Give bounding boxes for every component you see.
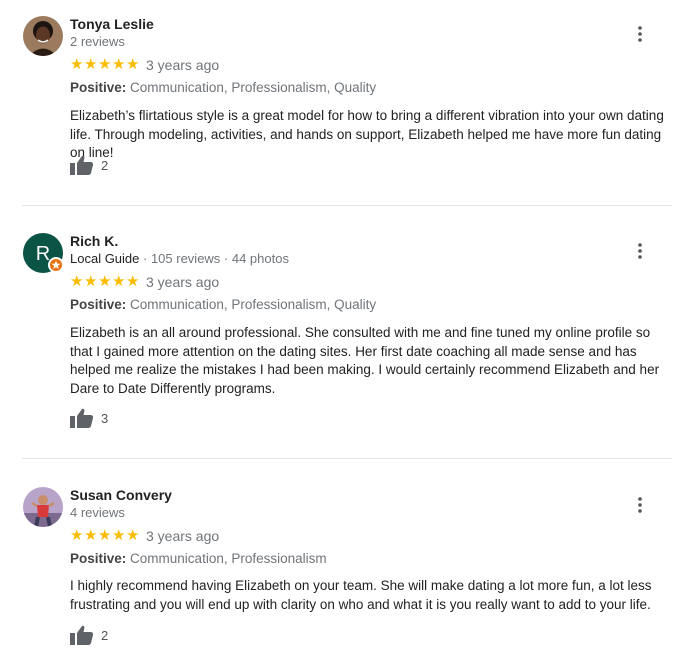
thumb-up-icon [70, 625, 94, 645]
star-icon: ★ [98, 56, 112, 73]
star-icon: ★ [98, 273, 112, 290]
star-icon: ★ [126, 273, 140, 290]
star-rating: ★ ★ ★ ★ ★ [70, 57, 139, 73]
star-icon: ★ [112, 56, 126, 73]
review-text: Elizabeth’s flirtatious style is a great… [70, 108, 664, 160]
positive-attributes: Positive: Communication, Professionalism… [70, 297, 376, 312]
divider [22, 205, 672, 206]
review-count: · 105 reviews · 44 photos [139, 251, 289, 266]
more-options-button[interactable] [628, 493, 652, 517]
positive-attributes: Positive: Communication, Professionalism [70, 551, 327, 566]
more-vert-icon [638, 26, 642, 42]
star-icon: ★ [126, 56, 140, 73]
review-date: 3 years ago [146, 274, 220, 290]
star-icon: ★ [126, 527, 140, 544]
star-rating: ★ ★ ★ ★ ★ [70, 528, 139, 544]
review-card: Susan Convery 4 reviews ★ ★ ★ ★ ★ 3 year… [0, 487, 686, 667]
review-count: 4 reviews [70, 505, 125, 520]
positive-label: Positive: [70, 80, 127, 95]
star-rating: ★ ★ ★ ★ ★ [70, 274, 139, 290]
positive-label: Positive: [70, 297, 127, 312]
review-text: I highly recommend having Elizabeth on y… [70, 578, 652, 612]
star-icon: ★ [84, 527, 98, 544]
positive-values: Communication, Professionalism [130, 551, 327, 566]
reviewer-name[interactable]: Tonya Leslie [70, 16, 154, 32]
divider [22, 458, 672, 459]
reviewer-meta: 4 reviews [70, 505, 125, 520]
positive-values: Communication, Professionalism, Quality [130, 297, 377, 312]
positive-label: Positive: [70, 551, 127, 566]
like-count: 3 [101, 410, 109, 426]
review-card: Tonya Leslie 2 reviews ★ ★ ★ ★ ★ 3 years… [0, 16, 686, 196]
reviewer-meta: 2 reviews [70, 34, 125, 49]
review-date: 3 years ago [146, 528, 220, 544]
reviewer-avatar[interactable] [23, 16, 63, 56]
reviewer-name[interactable]: Rich K. [70, 233, 118, 249]
like-button[interactable]: 3 [70, 408, 108, 428]
review-date: 3 years ago [146, 57, 220, 73]
star-icon: ★ [112, 527, 126, 544]
review-count: 2 reviews [70, 34, 125, 49]
star-icon: ★ [98, 527, 112, 544]
like-count: 2 [101, 627, 109, 643]
local-guide-badge [48, 257, 64, 273]
like-button[interactable]: 2 [70, 625, 108, 645]
more-vert-icon [638, 497, 642, 513]
star-icon: ★ [70, 527, 84, 544]
star-icon: ★ [112, 273, 126, 290]
star-icon: ★ [84, 56, 98, 73]
like-count: 2 [101, 157, 109, 173]
more-options-button[interactable] [628, 239, 652, 263]
like-button[interactable]: 2 [70, 155, 108, 175]
reviewer-avatar[interactable] [23, 487, 63, 527]
local-guide-label: Local Guide [70, 251, 140, 266]
thumb-up-icon [70, 408, 94, 428]
thumb-up-icon [70, 155, 94, 175]
positive-attributes: Positive: Communication, Professionalism… [70, 80, 376, 95]
review-text: Elizabeth is an all around professional.… [70, 325, 660, 396]
review-card: R Rich K. Local Guide · 105 reviews · 44… [0, 233, 686, 433]
positive-values: Communication, Professionalism, Quality [130, 80, 377, 95]
star-icon: ★ [70, 56, 84, 73]
star-badge-icon [51, 260, 61, 269]
star-icon: ★ [70, 273, 84, 290]
more-options-button[interactable] [628, 22, 652, 46]
star-icon: ★ [84, 273, 98, 290]
reviewer-meta: Local Guide · 105 reviews · 44 photos [70, 251, 289, 266]
reviewer-name[interactable]: Susan Convery [70, 487, 172, 503]
more-vert-icon [638, 243, 642, 259]
